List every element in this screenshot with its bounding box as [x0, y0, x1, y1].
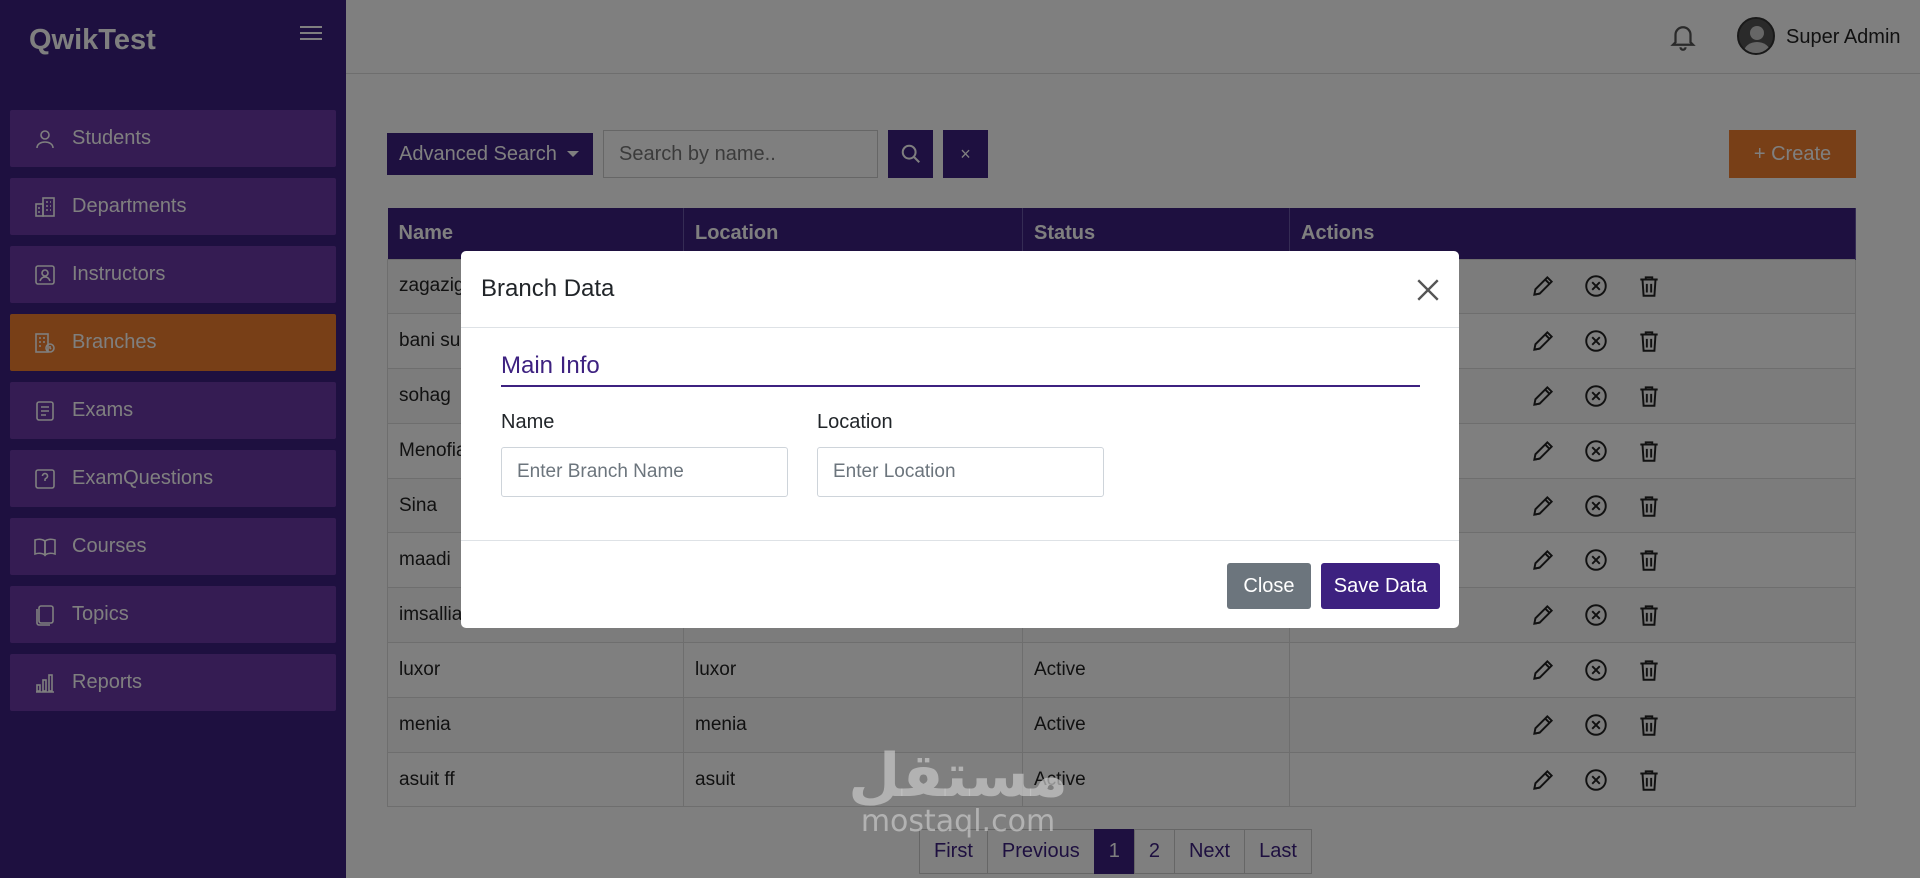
save-data-button[interactable]: Save Data	[1321, 563, 1440, 609]
watermark-latin: mostaql.com	[860, 804, 1056, 839]
name-label: Name	[501, 411, 555, 433]
section-divider	[501, 385, 1420, 387]
watermark: مستقل mostaql.com	[843, 745, 1073, 837]
location-field[interactable]	[817, 447, 1104, 497]
close-icon[interactable]	[1415, 277, 1441, 303]
branch-name-field[interactable]	[501, 447, 788, 497]
close-button[interactable]: Close	[1227, 563, 1311, 609]
location-label: Location	[817, 411, 893, 433]
branch-data-modal: Branch Data Main Info Name Location Clos…	[461, 251, 1459, 628]
section-title: Main Info	[501, 352, 600, 379]
watermark-arabic: مستقل	[848, 741, 1068, 811]
modal-title: Branch Data	[481, 275, 615, 302]
modal-header: Branch Data	[461, 251, 1459, 328]
modal-footer: Close Save Data	[461, 540, 1459, 628]
